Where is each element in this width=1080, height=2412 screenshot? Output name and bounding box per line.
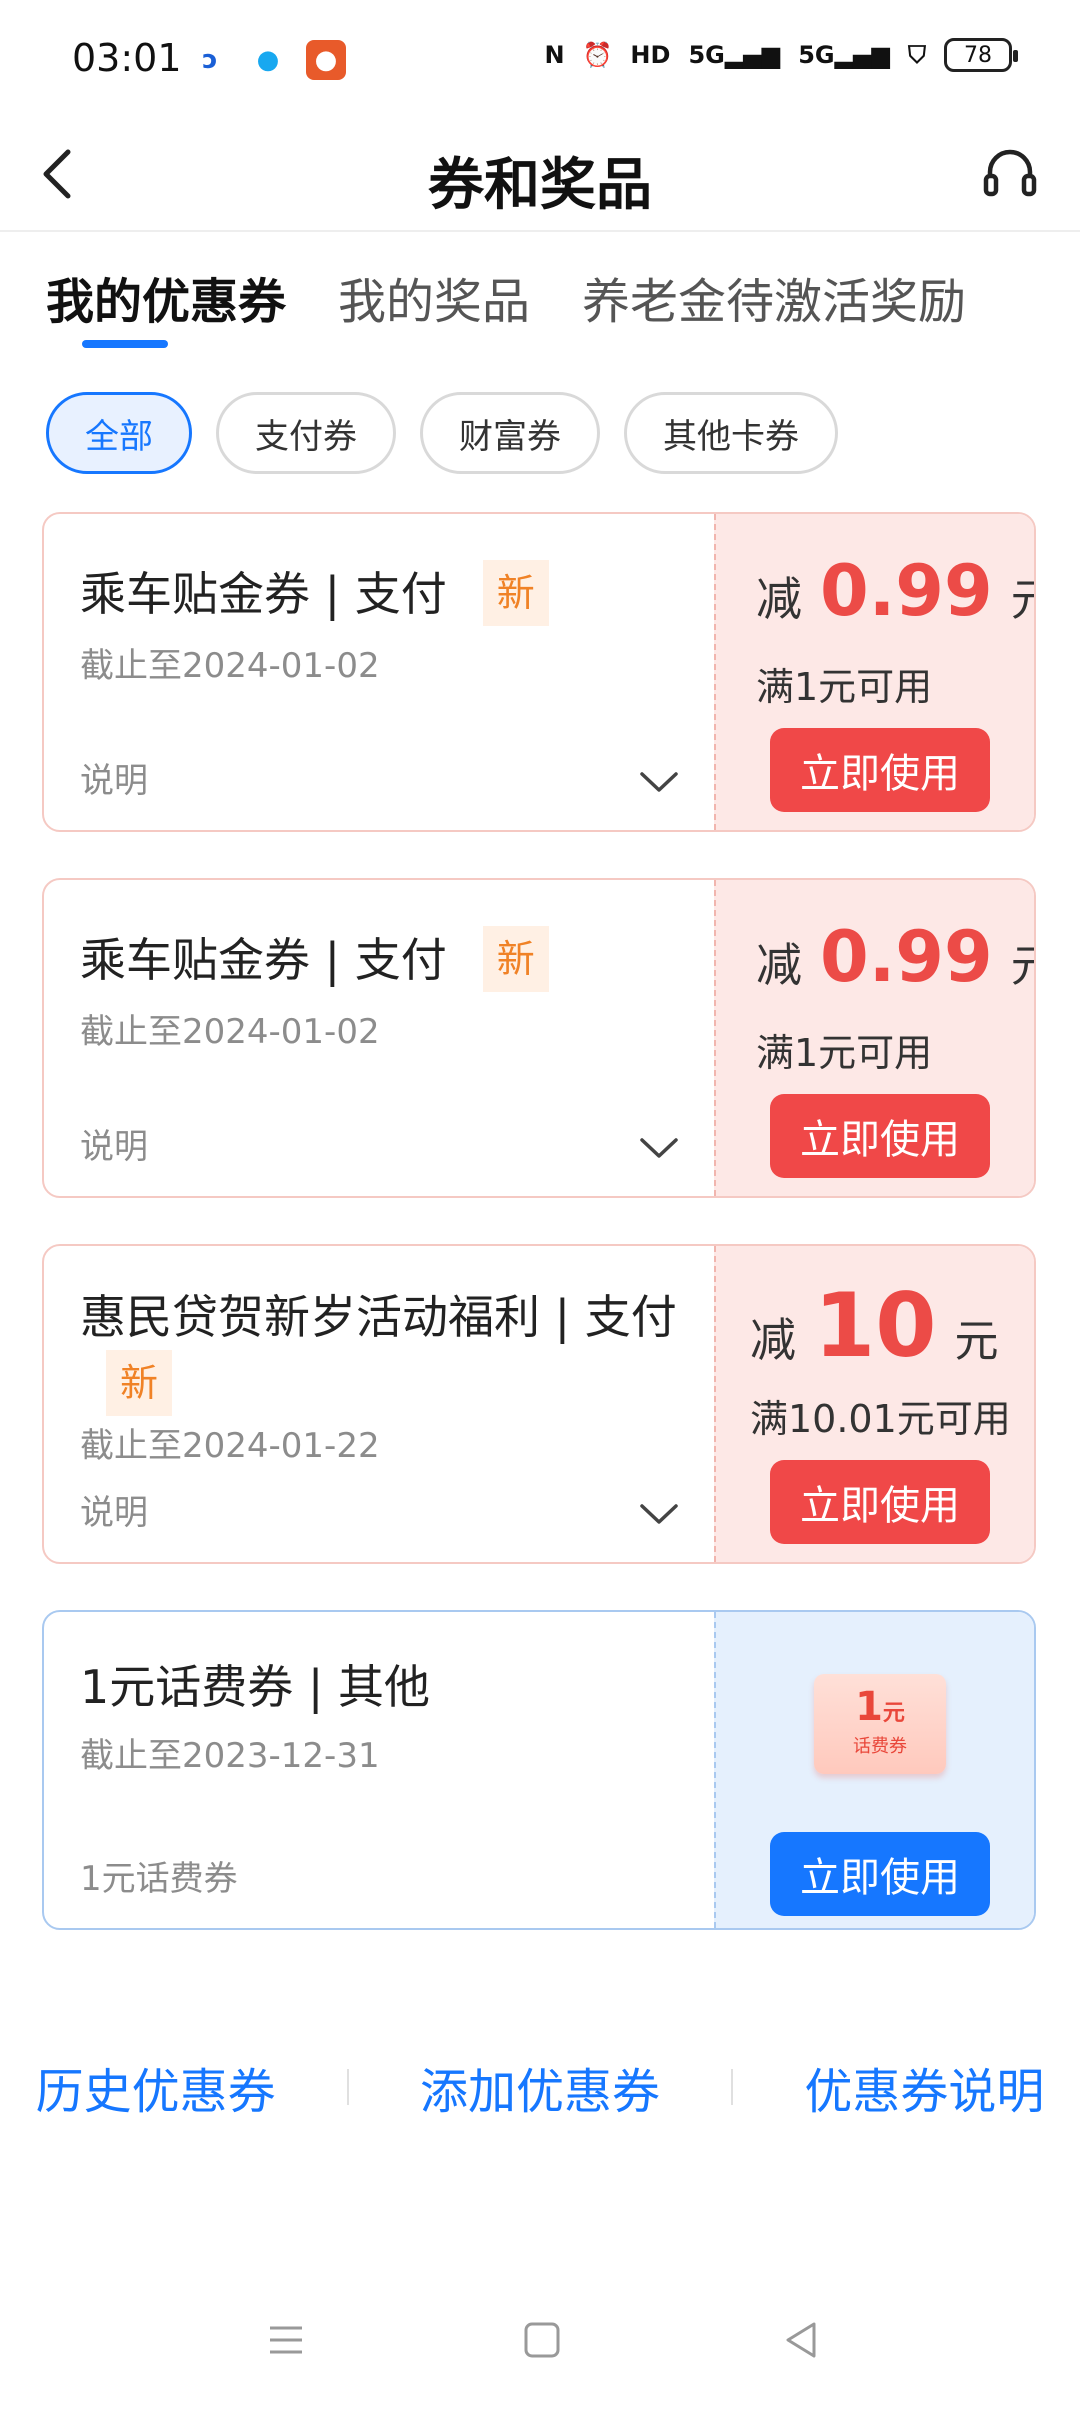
add-coupon-link[interactable]: 添加优惠券 (420, 2052, 660, 2122)
coupon-card: 乘车贴金券 | 支付新 截止至2024-01-02 说明 减 0.99 元 满1… (42, 512, 1036, 832)
filter-wealth[interactable]: 财富券 (420, 392, 600, 474)
coupon-description: 1元话费券 (80, 1859, 238, 1899)
tab-my-prizes[interactable]: 我的奖品 (338, 262, 530, 332)
ticket-value: 1 (855, 1684, 883, 1730)
page-title: 券和奖品 (428, 153, 652, 218)
coupon-condition: 满1元可用 (756, 1031, 933, 1075)
alarm-icon: ⏰ (582, 41, 613, 69)
status-time: 03:01 (72, 36, 182, 80)
qq-icon: ● (248, 40, 288, 80)
chevron-down-icon[interactable] (638, 1500, 680, 1528)
ticket-unit: 元 (882, 1701, 905, 1726)
chevron-down-icon[interactable] (638, 1134, 680, 1162)
coupon-amount: 减 10 元 (750, 1274, 998, 1377)
nfc-icon: N (544, 41, 565, 69)
coupon-description-link[interactable]: 说明 (80, 1485, 148, 1534)
coupon-condition: 满10.01元可用 (750, 1397, 1011, 1441)
currency-unit: 元 (954, 1316, 999, 1367)
currency-unit: 元 (1011, 930, 1034, 994)
menu-icon[interactable] (256, 2310, 316, 2370)
status-bar: 03:01 ↄ ● ● N ⏰ HD 5G▂▄▆ 5G▂▄▆ ⛉ 78 (0, 0, 1080, 120)
coupon-name: 1元话费券 | 其他 (80, 1660, 431, 1714)
coupon-expiry: 截止至2024-01-02 (80, 646, 380, 686)
coupon-description-link[interactable]: 说明 (80, 1119, 148, 1168)
app-notification-icon: ↄ (190, 40, 230, 80)
discount-value: 10 (814, 1274, 937, 1377)
use-now-button[interactable]: 立即使用 (770, 728, 990, 812)
coupon-name-row: 惠民贷贺新岁活动福利 | 支付 新 (80, 1288, 714, 1416)
home-icon[interactable] (512, 2310, 572, 2370)
divider (346, 2069, 349, 2105)
coupon-info-link[interactable]: 优惠券说明 (804, 2052, 1044, 2122)
signal-5g-icon: 5G▂▄▆ (688, 41, 781, 69)
coupon-name-row: 1元话费券 | 其他 (80, 1658, 714, 1716)
divider (731, 2069, 734, 2105)
filter-payment[interactable]: 支付券 (216, 392, 396, 474)
customer-service-headset-icon[interactable] (980, 144, 1040, 204)
use-now-button[interactable]: 立即使用 (770, 1832, 990, 1916)
back-triangle-icon[interactable] (772, 2310, 832, 2370)
active-tab-indicator (82, 340, 168, 348)
shield-icon: ⛉ (908, 41, 926, 69)
phone-credit-ticket-icon: 1元 话费券 (814, 1674, 946, 1774)
signal-5g-icon: 5G▂▄▆ (798, 41, 890, 69)
coupon-expiry: 截止至2024-01-22 (80, 1426, 380, 1466)
tab-pension-rewards[interactable]: 养老金待激活奖励 (582, 262, 966, 332)
coupon-condition: 满1元可用 (756, 665, 933, 709)
new-badge: 新 (482, 560, 549, 626)
battery-level: 78 (964, 42, 992, 68)
use-now-button[interactable]: 立即使用 (770, 1094, 990, 1178)
coupon-amount: 减 0.99 元 (756, 916, 1034, 998)
discount-prefix: 减 (756, 572, 802, 626)
coupon-amount: 减 0.99 元 (756, 550, 1034, 632)
currency-unit: 元 (1011, 564, 1034, 628)
coupon-card: 1元话费券 | 其他 截止至2023-12-31 1元话费券 1元 话费券 立即… (42, 1610, 1036, 1930)
filter-other[interactable]: 其他卡券 (624, 392, 838, 474)
use-now-button[interactable]: 立即使用 (770, 1460, 990, 1544)
coupon-name: 乘车贴金券 | 支付 (80, 933, 447, 987)
discount-value: 0.99 (820, 916, 993, 998)
tab-my-coupons[interactable]: 我的优惠券 (46, 262, 286, 332)
wallet-app-icon: ● (306, 40, 346, 80)
new-badge: 新 (106, 1350, 173, 1416)
coupon-expiry: 截止至2024-01-02 (80, 1012, 380, 1052)
coupon-name: 惠民贷贺新岁活动福利 | 支付 (80, 1290, 677, 1344)
discount-prefix: 减 (750, 1313, 796, 1367)
system-nav-bar (0, 2310, 1080, 2390)
header: 券和奖品 (0, 120, 1080, 232)
system-icons: N ⏰ HD 5G▂▄▆ 5G▂▄▆ ⛉ 78 (544, 38, 1018, 72)
coupon-description-link[interactable]: 说明 (80, 753, 148, 802)
ticket-label: 话费券 (853, 1736, 907, 1757)
coupon-name: 乘车贴金券 | 支付 (80, 567, 447, 621)
discount-prefix: 减 (756, 938, 802, 992)
new-badge: 新 (482, 926, 549, 992)
history-coupons-link[interactable]: 历史优惠券 (36, 2052, 276, 2122)
coupon-name-row: 乘车贴金券 | 支付新 (80, 560, 714, 626)
coupon-card: 惠民贷贺新岁活动福利 | 支付 新 截止至2024-01-22 说明 减 10 … (42, 1244, 1036, 1564)
notification-icons: ↄ ● ● (190, 40, 346, 80)
filter-all[interactable]: 全部 (46, 392, 192, 474)
battery-icon: 78 (944, 38, 1018, 72)
coupon-card: 乘车贴金券 | 支付新 截止至2024-01-02 说明 减 0.99 元 满1… (42, 878, 1036, 1198)
filter-chips: 全部 支付券 财富券 其他卡券 (46, 392, 838, 474)
coupon-expiry: 截止至2023-12-31 (80, 1736, 380, 1776)
coupon-name-row: 乘车贴金券 | 支付新 (80, 926, 714, 992)
footer-links: 历史优惠券 添加优惠券 优惠券说明 (0, 2052, 1080, 2122)
chevron-down-icon[interactable] (638, 768, 680, 796)
discount-value: 0.99 (820, 550, 993, 632)
hd-icon: HD (630, 41, 671, 69)
tab-bar: 我的优惠券 我的奖品 养老金待激活奖励 (46, 262, 1018, 332)
